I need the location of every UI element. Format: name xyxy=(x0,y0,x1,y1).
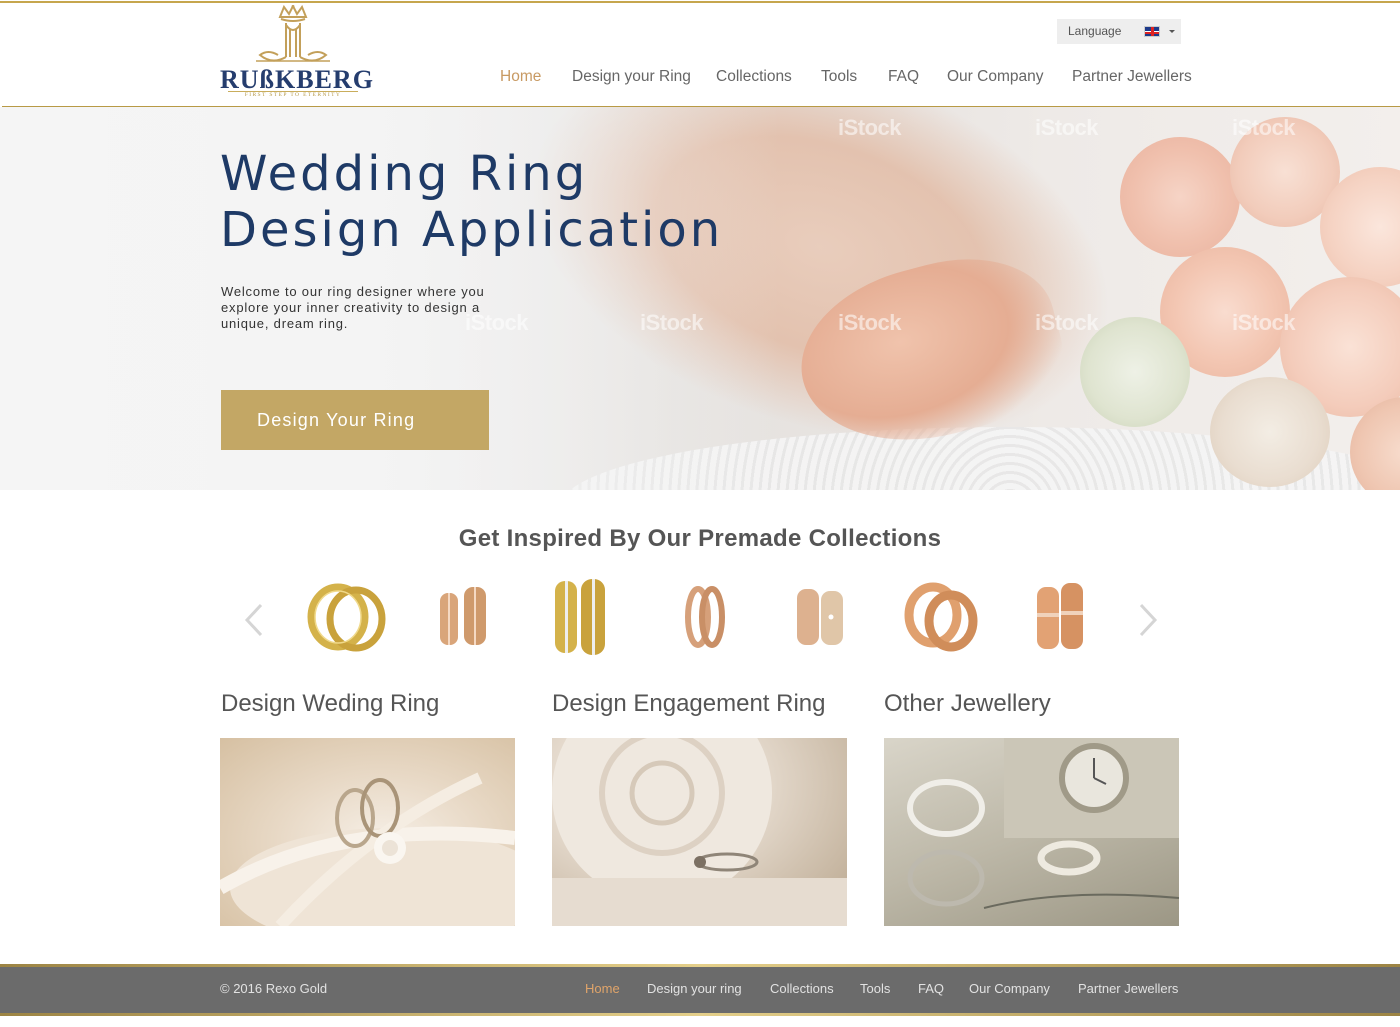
watermark-text: iStock xyxy=(1035,310,1099,335)
engagement-ring-card-image[interactable] xyxy=(552,738,847,926)
rose-bouquet-image xyxy=(1060,107,1400,490)
watermark-text: iStock xyxy=(838,115,902,140)
watermark-text: iStock xyxy=(1232,310,1296,335)
collection-ring-4[interactable] xyxy=(660,575,750,660)
collection-ring-1[interactable] xyxy=(302,575,392,660)
watermark-text: iStock xyxy=(1035,115,1099,140)
chevron-left-icon[interactable] xyxy=(243,602,265,638)
collection-ring-5[interactable] xyxy=(775,575,865,660)
uk-flag-icon xyxy=(1144,26,1160,37)
hero-title-line2: Design Application xyxy=(220,202,724,258)
jewellery-card-image[interactable] xyxy=(884,738,1179,926)
nav-tools[interactable]: Tools xyxy=(821,68,857,86)
language-selector[interactable]: Language xyxy=(1057,19,1181,44)
card-title-wedding[interactable]: Design Weding Ring xyxy=(221,690,439,718)
design-your-ring-button[interactable]: Design Your Ring xyxy=(221,390,489,450)
nav-our-company[interactable]: Our Company xyxy=(947,68,1043,86)
collection-ring-3[interactable] xyxy=(535,575,625,660)
wedding-ring-card-image[interactable] xyxy=(220,738,515,926)
footer-nav-collections[interactable]: Collections xyxy=(770,981,834,996)
hero-title-line1: Wedding Ring xyxy=(220,146,589,202)
nav-home[interactable]: Home xyxy=(500,68,541,86)
card-title-jewellery[interactable]: Other Jewellery xyxy=(884,690,1051,718)
hero-description: Welcome to our ring designer where you e… xyxy=(221,284,485,331)
language-label: Language xyxy=(1068,24,1122,38)
collections-title: Get Inspired By Our Premade Collections xyxy=(458,525,942,552)
collection-ring-6[interactable] xyxy=(897,575,987,660)
collection-ring-2[interactable] xyxy=(418,575,508,660)
footer-nav-partner-jewellers[interactable]: Partner Jewellers xyxy=(1078,981,1178,996)
site-logo[interactable]: RUßKBERG FIRST STEP TO ETERNITY xyxy=(218,5,373,98)
footer-nav-tools[interactable]: Tools xyxy=(860,981,890,996)
crown-monogram-icon xyxy=(256,5,330,62)
nav-collections[interactable]: Collections xyxy=(716,68,792,86)
card-title-engagement[interactable]: Design Engagement Ring xyxy=(552,690,826,718)
brand-tagline: FIRST STEP TO ETERNITY xyxy=(228,91,358,98)
collection-ring-7[interactable] xyxy=(1015,575,1105,660)
nav-design-your-ring[interactable]: Design your Ring xyxy=(572,68,691,86)
footer-bottom-border xyxy=(0,1013,1400,1016)
nav-partner-jewellers[interactable]: Partner Jewellers xyxy=(1072,68,1192,86)
watermark-text: iStock xyxy=(838,310,902,335)
hero-title: Wedding Ring Design Application xyxy=(220,146,723,258)
nav-faq[interactable]: FAQ xyxy=(888,68,919,86)
watermark-text: iStock xyxy=(640,310,704,335)
footer-nav-our-company[interactable]: Our Company xyxy=(969,981,1050,996)
chevron-right-icon[interactable] xyxy=(1137,602,1159,638)
footer-nav-design-your-ring[interactable]: Design your ring xyxy=(647,981,742,996)
copyright-text: © 2016 Rexo Gold xyxy=(220,981,328,996)
footer-nav-home[interactable]: Home xyxy=(585,981,620,996)
caret-down-icon xyxy=(1169,30,1175,33)
footer-nav-faq[interactable]: FAQ xyxy=(918,981,944,996)
watermark-text: iStock xyxy=(1232,115,1296,140)
site-header xyxy=(0,3,1400,107)
